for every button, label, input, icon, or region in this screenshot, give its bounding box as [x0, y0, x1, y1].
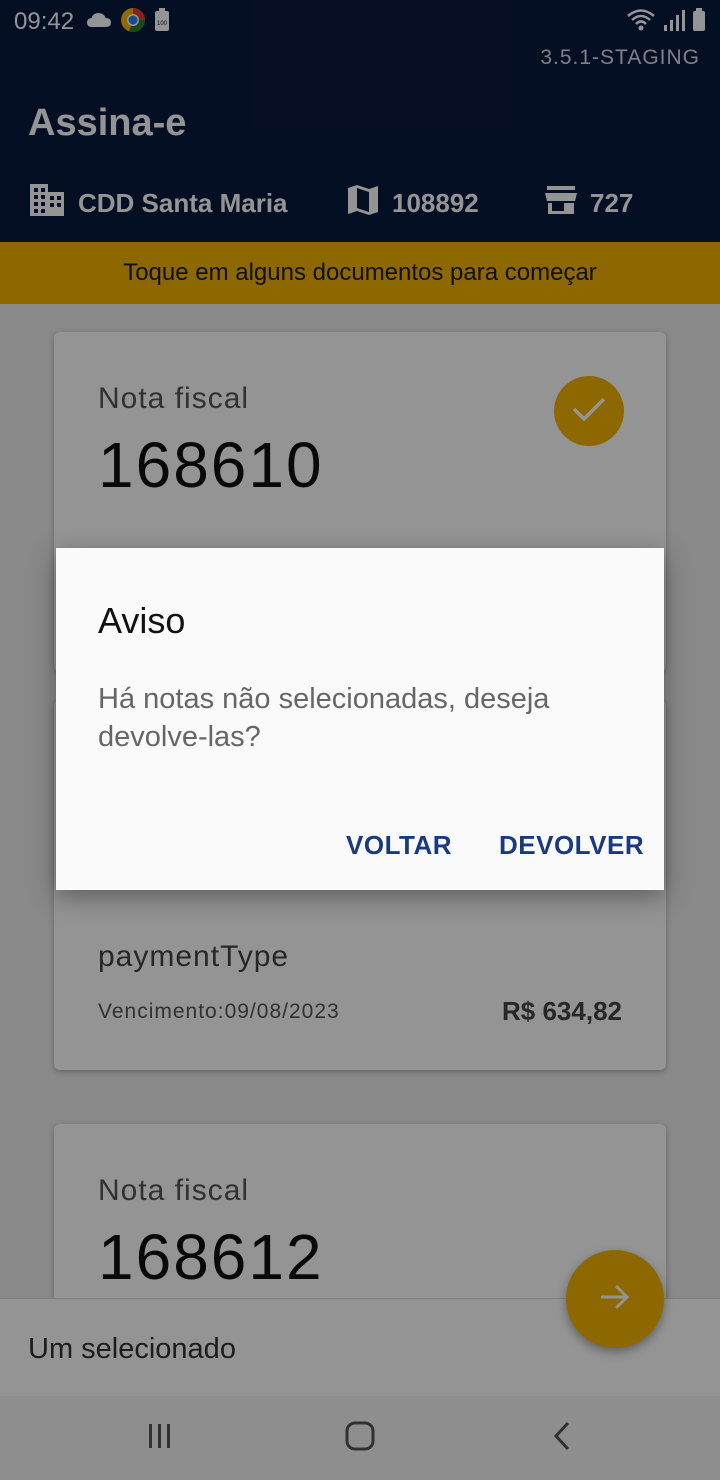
- devolver-button[interactable]: DEVOLVER: [499, 830, 644, 861]
- warning-dialog: Aviso Há notas não selecionadas, deseja …: [56, 548, 664, 890]
- voltar-button[interactable]: VOLTAR: [346, 830, 452, 861]
- dialog-title: Aviso: [98, 600, 186, 641]
- dialog-message: Há notas não selecionadas, deseja devolv…: [98, 683, 550, 753]
